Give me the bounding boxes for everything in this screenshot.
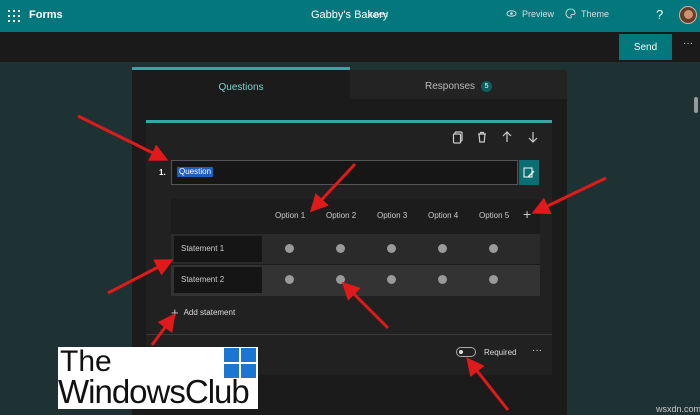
radio-button[interactable]	[489, 244, 498, 253]
move-down-icon[interactable]	[526, 130, 540, 144]
app-launcher-icon[interactable]	[8, 10, 20, 22]
add-statement-button[interactable]: + Add statement	[171, 305, 235, 320]
option-column-header[interactable]: Option 3	[377, 211, 407, 220]
preview-button[interactable]: Preview	[506, 8, 554, 19]
question-title-text[interactable]: Question	[177, 167, 214, 177]
divider	[146, 334, 552, 335]
windows-logo-icon	[224, 348, 256, 378]
tab-questions[interactable]: Questions	[132, 67, 350, 99]
radio-button[interactable]	[489, 275, 498, 284]
more-options-button[interactable]: ···	[683, 38, 693, 49]
option-column-header[interactable]: Option 1	[275, 211, 305, 220]
move-up-icon[interactable]	[500, 130, 514, 144]
theme-button[interactable]: Theme	[565, 8, 609, 19]
save-status: Saved	[368, 12, 388, 19]
app-name[interactable]: Forms	[29, 9, 63, 21]
send-button[interactable]: Send	[619, 34, 672, 60]
delete-icon[interactable]	[475, 130, 489, 144]
add-option-button[interactable]: +	[523, 206, 531, 222]
radio-button[interactable]	[336, 275, 345, 284]
plus-icon: +	[171, 305, 179, 320]
option-column-header[interactable]: Option 5	[479, 211, 509, 220]
watermark-text: wsxdn.com	[656, 404, 700, 414]
theme-label: Theme	[581, 8, 610, 19]
eye-icon	[506, 10, 517, 17]
add-statement-label: Add statement	[183, 308, 236, 317]
statement-label[interactable]: Statement 1	[174, 236, 262, 262]
preview-label: Preview	[522, 8, 555, 19]
option-column-header[interactable]: Option 2	[326, 211, 356, 220]
radio-button[interactable]	[438, 275, 447, 284]
required-label: Required	[484, 348, 517, 357]
palette-icon	[565, 8, 576, 19]
command-bar	[0, 32, 700, 62]
copy-icon[interactable]	[451, 130, 465, 144]
tab-responses-label: Responses	[424, 81, 476, 92]
responses-count-badge: 5	[481, 81, 493, 92]
radio-button[interactable]	[387, 275, 396, 284]
radio-button[interactable]	[285, 275, 294, 284]
radio-button[interactable]	[285, 244, 294, 253]
help-button[interactable]: ?	[656, 7, 663, 22]
question-more-button[interactable]: ···	[532, 345, 542, 356]
scrollbar[interactable]	[694, 97, 698, 113]
statement-label[interactable]: Statement 2	[174, 267, 262, 293]
logo-text-windowsclub: WindowsClub	[58, 373, 250, 410]
radio-button[interactable]	[336, 244, 345, 253]
tab-questions-label: Questions	[218, 82, 264, 93]
question-number: 1.	[159, 168, 166, 177]
option-column-header[interactable]: Option 4	[428, 211, 458, 220]
tab-responses[interactable]: Responses 5	[350, 70, 567, 99]
image-edit-icon	[523, 167, 535, 177]
required-toggle[interactable]	[456, 347, 476, 357]
insert-media-button[interactable]	[519, 160, 539, 185]
question-title-input[interactable]	[171, 160, 518, 185]
radio-button[interactable]	[387, 244, 396, 253]
radio-button[interactable]	[438, 244, 447, 253]
avatar[interactable]	[679, 6, 697, 24]
